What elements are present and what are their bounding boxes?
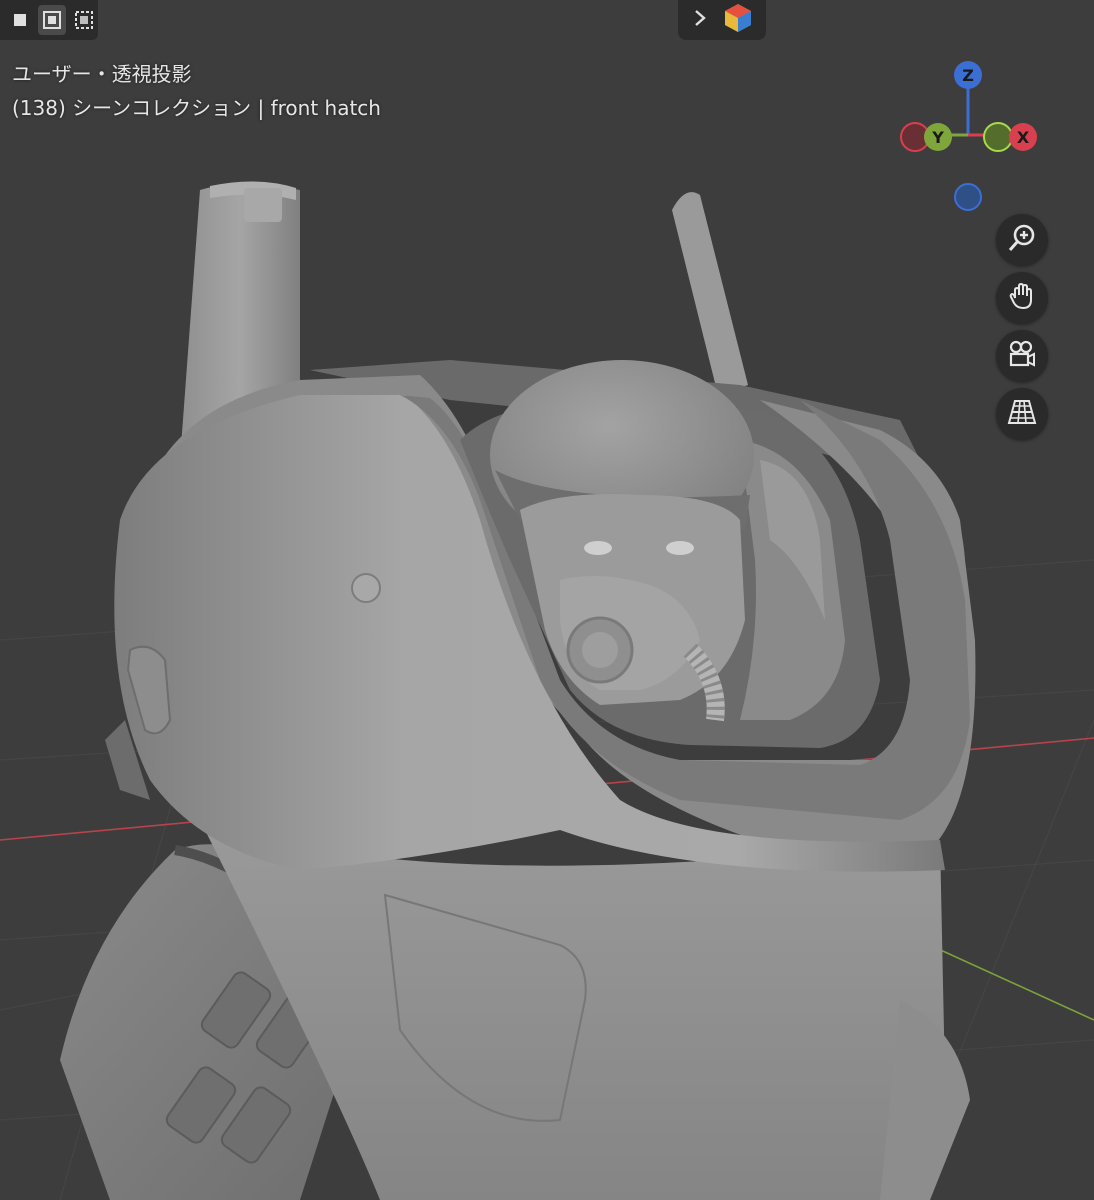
grid-perspective-icon (1007, 397, 1037, 431)
zoom-icon (1007, 223, 1037, 257)
camera-view-button[interactable] (996, 330, 1048, 382)
perspective-toggle-button[interactable] (996, 388, 1048, 440)
view-mode-label: ユーザー・透視投影 (12, 62, 192, 86)
gizmo-y-axis[interactable]: Y (924, 123, 952, 151)
selection-mode-toolbar (0, 0, 98, 40)
gizmo-neg-y-axis[interactable] (983, 122, 1013, 152)
gizmo-neg-z-axis[interactable] (954, 183, 982, 211)
select-box-icon[interactable] (6, 5, 34, 35)
gizmo-z-axis[interactable]: Z (954, 61, 982, 89)
3d-viewport[interactable]: ユーザー・透視投影 (138) シーンコレクション | front hatch … (0, 0, 1094, 1200)
viewport-shading-icon[interactable] (724, 3, 752, 37)
svg-text:Z: Z (962, 66, 974, 85)
camera-view-icon (1006, 339, 1038, 373)
navigation-gizmo[interactable]: Z Y X (890, 55, 1050, 215)
pan-hand-icon (1007, 281, 1037, 315)
select-subtract-icon[interactable] (70, 5, 98, 35)
zoom-button[interactable] (996, 214, 1048, 266)
svg-text:Y: Y (931, 128, 944, 147)
select-extend-icon[interactable] (38, 5, 66, 35)
svg-text:X: X (1017, 128, 1030, 147)
chevron-right-icon[interactable] (693, 9, 707, 31)
pan-button[interactable] (996, 272, 1048, 324)
viewport-header-pill (678, 0, 766, 40)
scene-collection-label: (138) シーンコレクション | front hatch (12, 96, 381, 120)
gizmo-x-axis[interactable]: X (1009, 123, 1037, 151)
